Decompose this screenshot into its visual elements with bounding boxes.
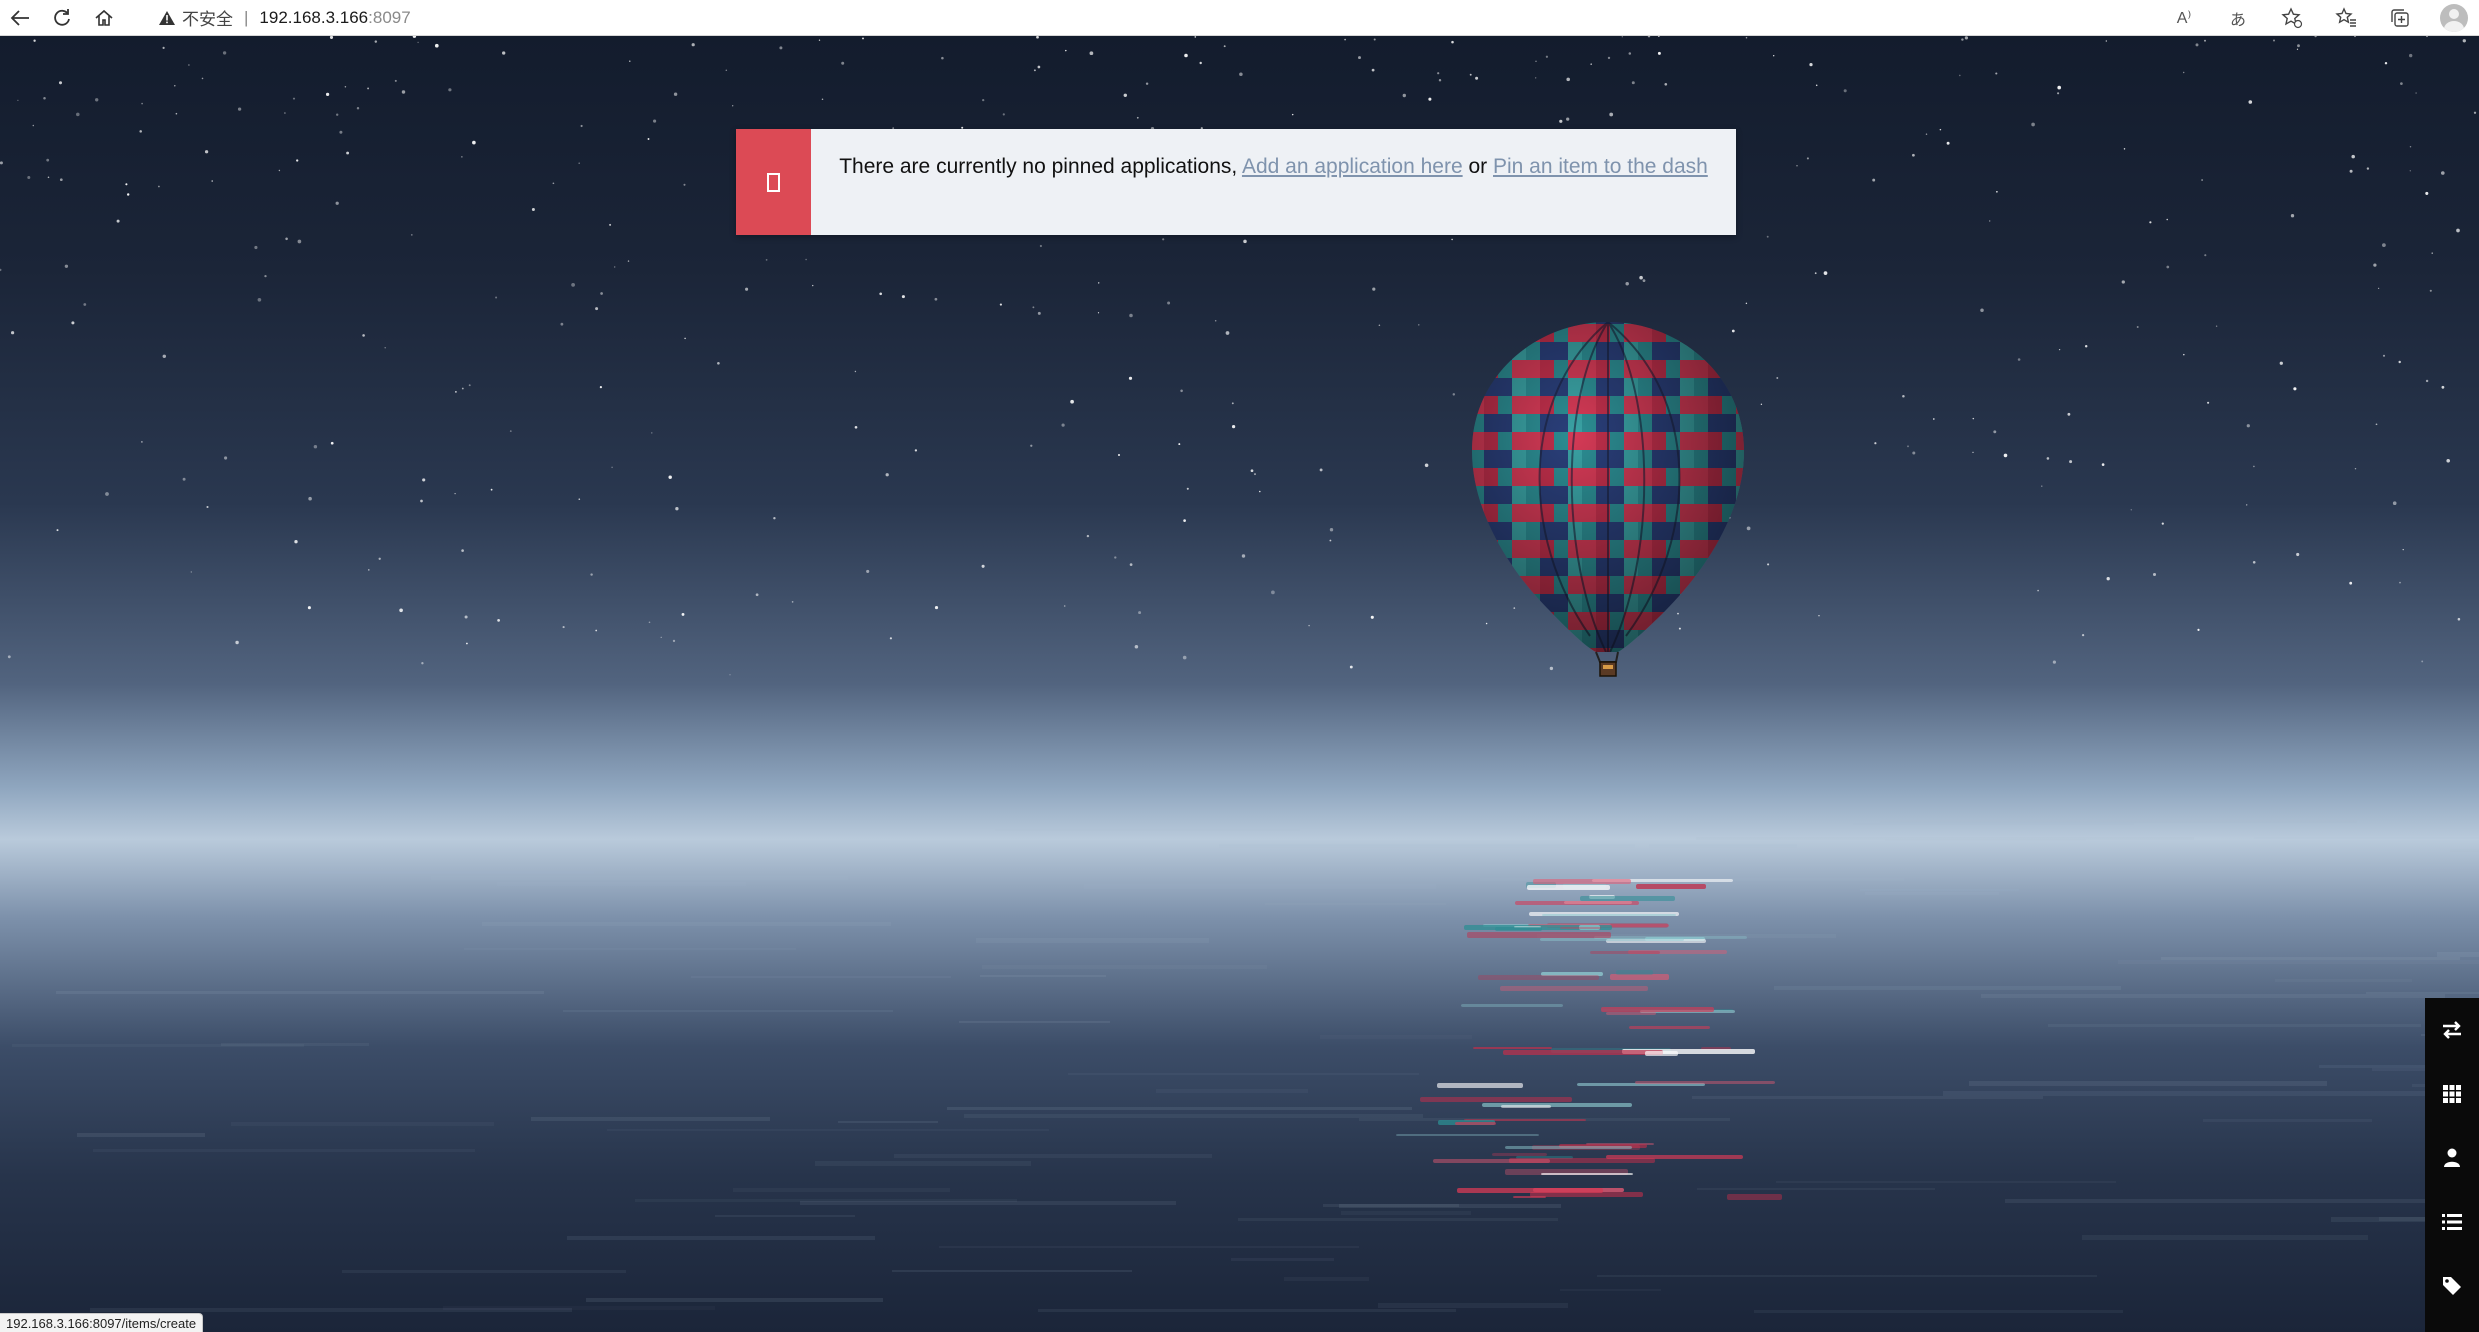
switch-view-button[interactable] [2425,998,2479,1062]
translate-label: あ [2229,12,2246,29]
tags-button[interactable] [2425,1254,2479,1318]
exclamation-icon [767,172,780,192]
list-icon [2442,1214,2462,1230]
items-list-button[interactable] [2425,1190,2479,1254]
browser-status-bar: 192.168.3.166:8097/items/create [0,1313,204,1332]
url-port: :8097 [368,7,411,27]
user-icon [2444,1148,2460,1167]
dashboard-button[interactable] [2425,1062,2479,1126]
users-button[interactable] [2425,1126,2479,1190]
add-application-link[interactable]: Add an application here [1242,155,1463,178]
no-pinned-apps-alert: There are currently no pinned applicatio… [736,129,1736,235]
address-bar[interactable]: 不安全 | 192.168.3.166:8097 [158,3,411,33]
security-label[interactable]: 不安全 [182,5,233,30]
read-aloud-icon[interactable]: A⁾ [2169,3,2199,33]
dashboard-background: There are currently no pinned applicatio… [0,36,2479,1332]
avatar [2440,4,2468,32]
home-icon[interactable] [90,4,118,32]
warning-icon [159,10,175,25]
profile-avatar[interactable] [2439,3,2469,33]
reload-icon[interactable] [48,4,76,32]
browser-right-tools: A⁾ あ [2145,0,2469,36]
alert-text-before: There are currently no pinned applicatio… [839,155,1238,178]
collections-icon[interactable] [2385,3,2415,33]
translate-icon[interactable]: あ [2223,3,2253,33]
read-aloud-label: A⁾ [2176,10,2192,27]
right-sidebar [2425,998,2479,1332]
address-separator: | [244,7,249,27]
url-host: 192.168.3.166 [259,7,369,27]
browser-toolbar: 不安全 | 192.168.3.166:8097 A⁾ あ [0,0,2479,36]
tag-icon [2443,1277,2461,1295]
back-arrow-icon[interactable] [6,4,34,32]
arrows-exchange-icon [2443,1021,2461,1039]
add-favorite-icon[interactable] [2277,3,2307,33]
alert-icon-box [736,129,811,235]
alert-message: There are currently no pinned applicatio… [811,129,1736,235]
alert-text-or: or [1468,155,1488,178]
pin-item-link[interactable]: Pin an item to the dash [1493,155,1708,178]
settings-button[interactable] [2425,1318,2479,1332]
grid-icon [2443,1085,2461,1103]
favorites-icon[interactable] [2331,3,2361,33]
